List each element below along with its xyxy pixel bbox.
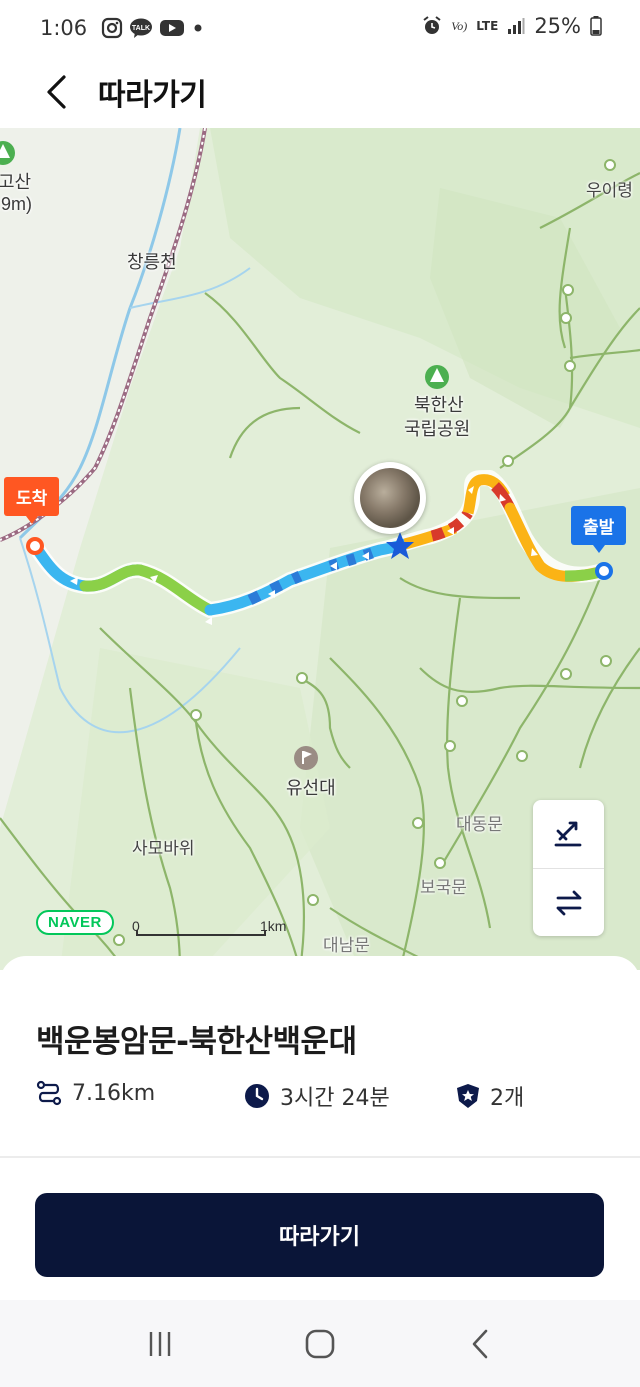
naver-logo: NAVER	[36, 910, 114, 935]
map-label-daedongmun: 대동문	[456, 815, 503, 834]
map-label-yuseondae: 유선대	[286, 778, 336, 798]
distance-value: 7.16km	[72, 1080, 156, 1106]
course-info-sheet: 백운봉암문-북한산백운대 7.16km 3시간 24분 2개 따라가기	[0, 956, 640, 1300]
route-icon	[36, 1080, 62, 1106]
stat-duration: 3시간 24분	[244, 1080, 390, 1112]
shield-star-icon	[457, 1084, 479, 1108]
battery-icon	[590, 16, 602, 36]
map-label-park-line1: 북한산	[414, 395, 464, 415]
photo-marker[interactable]	[354, 462, 426, 534]
youtube-icon	[159, 18, 185, 38]
status-bar: 1:06 TALK Vo) LTE 25%	[0, 0, 640, 56]
map-label-stream: 창릉천	[127, 252, 177, 272]
map-label-peak-left: 고산	[0, 172, 32, 192]
map-label-uiryeong: 우이령	[586, 181, 633, 200]
map-label-samobawi: 사모바위	[132, 839, 195, 858]
course-title: 백운봉암문-북한산백운대	[36, 1024, 357, 1060]
departure-flag[interactable]: 출발	[571, 506, 627, 553]
scale-line	[136, 930, 266, 936]
map-label-park-line2: 국립공원	[404, 419, 471, 439]
home-icon	[305, 1329, 335, 1358]
photo-thumbnail	[360, 468, 420, 528]
map-controls	[533, 800, 604, 936]
home-button[interactable]	[280, 1314, 360, 1374]
clock-icon	[245, 1084, 269, 1108]
kakaotalk-icon: TALK	[129, 17, 153, 39]
page-title: 따라가기	[98, 78, 207, 113]
map-view[interactable]: 고산 .9m) 창릉천 우이령 북한산 국립공원 유선대 사모바위 대동문 보국…	[0, 128, 640, 970]
stat-badges: 2개	[456, 1080, 524, 1112]
recent-apps-button[interactable]	[120, 1314, 200, 1374]
map-label-bogukmun: 보국문	[420, 878, 467, 897]
trail-toggle-icon	[554, 821, 581, 847]
volte-icon: Vo)	[451, 18, 468, 33]
back-arrow-icon	[47, 75, 66, 109]
sheet-divider	[0, 1156, 640, 1158]
status-time: 1:06	[40, 16, 88, 40]
stat-distance: 7.16km	[36, 1080, 155, 1106]
duration-value: 3시간 24분	[280, 1086, 390, 1111]
system-nav-bar	[0, 1300, 640, 1387]
alarm-icon	[422, 16, 442, 36]
dot-icon	[191, 21, 205, 35]
back-icon	[472, 1329, 488, 1358]
trail-toggle-button[interactable]	[533, 800, 604, 868]
back-button[interactable]	[30, 64, 86, 120]
reverse-route-icon	[556, 890, 581, 915]
map-label-peak-left-elev: .9m)	[0, 194, 32, 214]
map-label-daenammun: 대남문	[323, 936, 370, 955]
kakaotalk-label: TALK	[132, 25, 150, 32]
arrival-flag[interactable]: 도착	[4, 477, 60, 524]
app-header: 따라가기	[0, 56, 640, 128]
reverse-route-button[interactable]	[533, 868, 604, 936]
status-right-icons: Vo) LTE 25%	[422, 14, 602, 38]
battery-text: 25%	[534, 14, 581, 38]
follow-button[interactable]: 따라가기	[35, 1193, 604, 1277]
status-left-icons: TALK	[101, 17, 205, 39]
course-stats: 7.16km 3시간 24분 2개	[36, 1080, 616, 1114]
system-back-button[interactable]	[440, 1314, 520, 1374]
map-scale-bar: 0 1km	[132, 918, 292, 942]
badge-count: 2개	[490, 1086, 525, 1111]
signal-icon	[507, 17, 525, 35]
instagram-icon	[101, 17, 123, 39]
lte-icon: LTE	[476, 19, 499, 33]
recent-apps-icon	[149, 1331, 171, 1356]
